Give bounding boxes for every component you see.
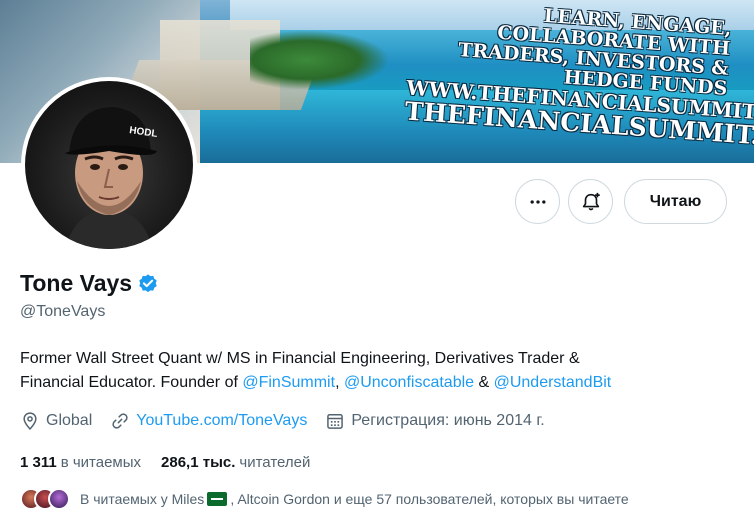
user-handle: @ToneVays — [20, 303, 106, 320]
location-pin-icon — [23, 412, 37, 430]
calendar-icon — [327, 414, 344, 429]
notifications-button[interactable] — [568, 179, 613, 224]
more-options-button[interactable] — [515, 179, 560, 224]
banner-plants — [250, 30, 390, 90]
followers-you-know[interactable]: В читаемых у Miles , Altcoin Gordon и ещ… — [20, 488, 629, 510]
verified-badge-icon[interactable] — [137, 273, 159, 295]
following-label: в читаемых — [60, 453, 142, 471]
following-count: 1 311 — [20, 453, 57, 471]
mention-finsummit[interactable]: @FinSummit — [242, 374, 335, 391]
bell-plus-icon — [582, 192, 600, 210]
display-name: Tone Vays — [20, 270, 133, 296]
bio-sep-2: & — [474, 374, 494, 391]
banner-slogan: LEARN, ENGAGE, COLLABORATE WITH TRADERS,… — [404, 0, 754, 155]
profile-stats: 1 311 в читаемых 286,1 тыс. читателей — [20, 452, 330, 472]
more-horizontal-icon — [530, 199, 545, 204]
mention-unconfiscatable[interactable]: @Unconfiscatable — [344, 374, 474, 391]
location-text: Global — [46, 412, 93, 429]
bio-line-2: Financial Educator. Founder of — [20, 374, 243, 391]
profile-name-row: Tone Vays — [20, 270, 159, 297]
following-button[interactable]: Читаю — [624, 179, 727, 224]
avatar-illustration: HODL — [65, 107, 158, 249]
mutual-avatars — [20, 488, 72, 510]
profile-avatar[interactable]: HODL — [21, 77, 197, 253]
mutual-avatar — [48, 488, 70, 510]
joined-item: Регистрация: июнь 2014 г. — [325, 411, 545, 431]
flag-emoji-icon — [207, 492, 228, 506]
followers-label: читателей — [239, 453, 311, 471]
website-link[interactable]: YouTube.com/ToneVays — [136, 412, 307, 430]
avatar-photo: HODL — [25, 81, 193, 249]
joined-text: Регистрация: июнь 2014 г. — [351, 412, 545, 429]
link-icon — [112, 413, 128, 429]
website-item: YouTube.com/ToneVays — [110, 411, 307, 431]
profile-meta: Global YouTube.com/ToneVays Регистрация:… — [20, 409, 563, 433]
following-stat[interactable]: 1 311 в читаемых — [20, 454, 141, 471]
followed-by-suffix: , Altcoin Gordon и еще 57 пользователей,… — [230, 491, 629, 507]
followers-stat[interactable]: 286,1 тыс. читателей — [161, 454, 310, 471]
bio-line-1: Former Wall Street Quant w/ MS in Financ… — [20, 350, 580, 367]
bio-sep-1: , — [335, 374, 344, 391]
profile-bio: Former Wall Street Quant w/ MS in Financ… — [20, 347, 740, 395]
followed-by-prefix: В читаемых у Miles — [80, 491, 205, 507]
mention-understandbit[interactable]: @UnderstandBit — [494, 374, 612, 391]
followers-count: 286,1 тыс. — [161, 453, 236, 471]
location-item: Global — [20, 411, 92, 431]
